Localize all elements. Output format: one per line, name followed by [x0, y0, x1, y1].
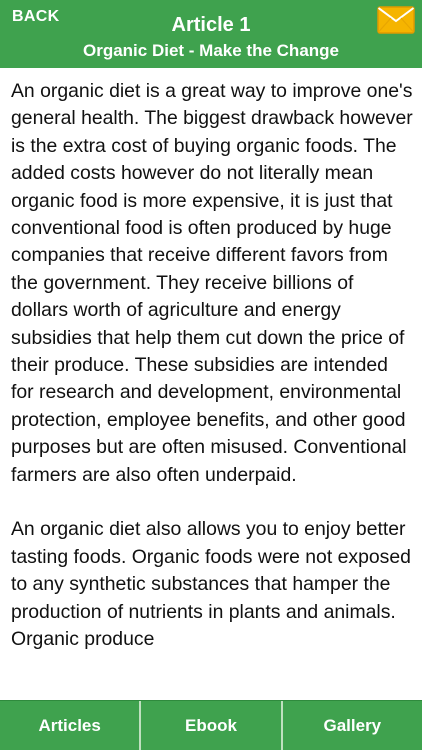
envelope-icon[interactable]	[377, 6, 415, 34]
tab-ebook[interactable]: Ebook	[141, 701, 283, 750]
article-paragraph-1: An organic diet is a great way to improv…	[11, 80, 413, 486]
tab-articles[interactable]: Articles	[0, 701, 142, 750]
page-subtitle: Organic Diet - Make the Change	[83, 41, 339, 60]
article-body: An organic diet is a great way to improv…	[0, 68, 422, 700]
header-bar: BACK Article 1 Organic Diet - Make the C…	[0, 0, 422, 68]
article-paragraph-2: An organic diet also allows you to enjoy…	[11, 518, 411, 651]
page-title: Article 1	[171, 14, 251, 36]
tab-gallery[interactable]: Gallery	[283, 701, 422, 750]
bottom-tab-bar: Articles Ebook Gallery	[0, 700, 422, 750]
